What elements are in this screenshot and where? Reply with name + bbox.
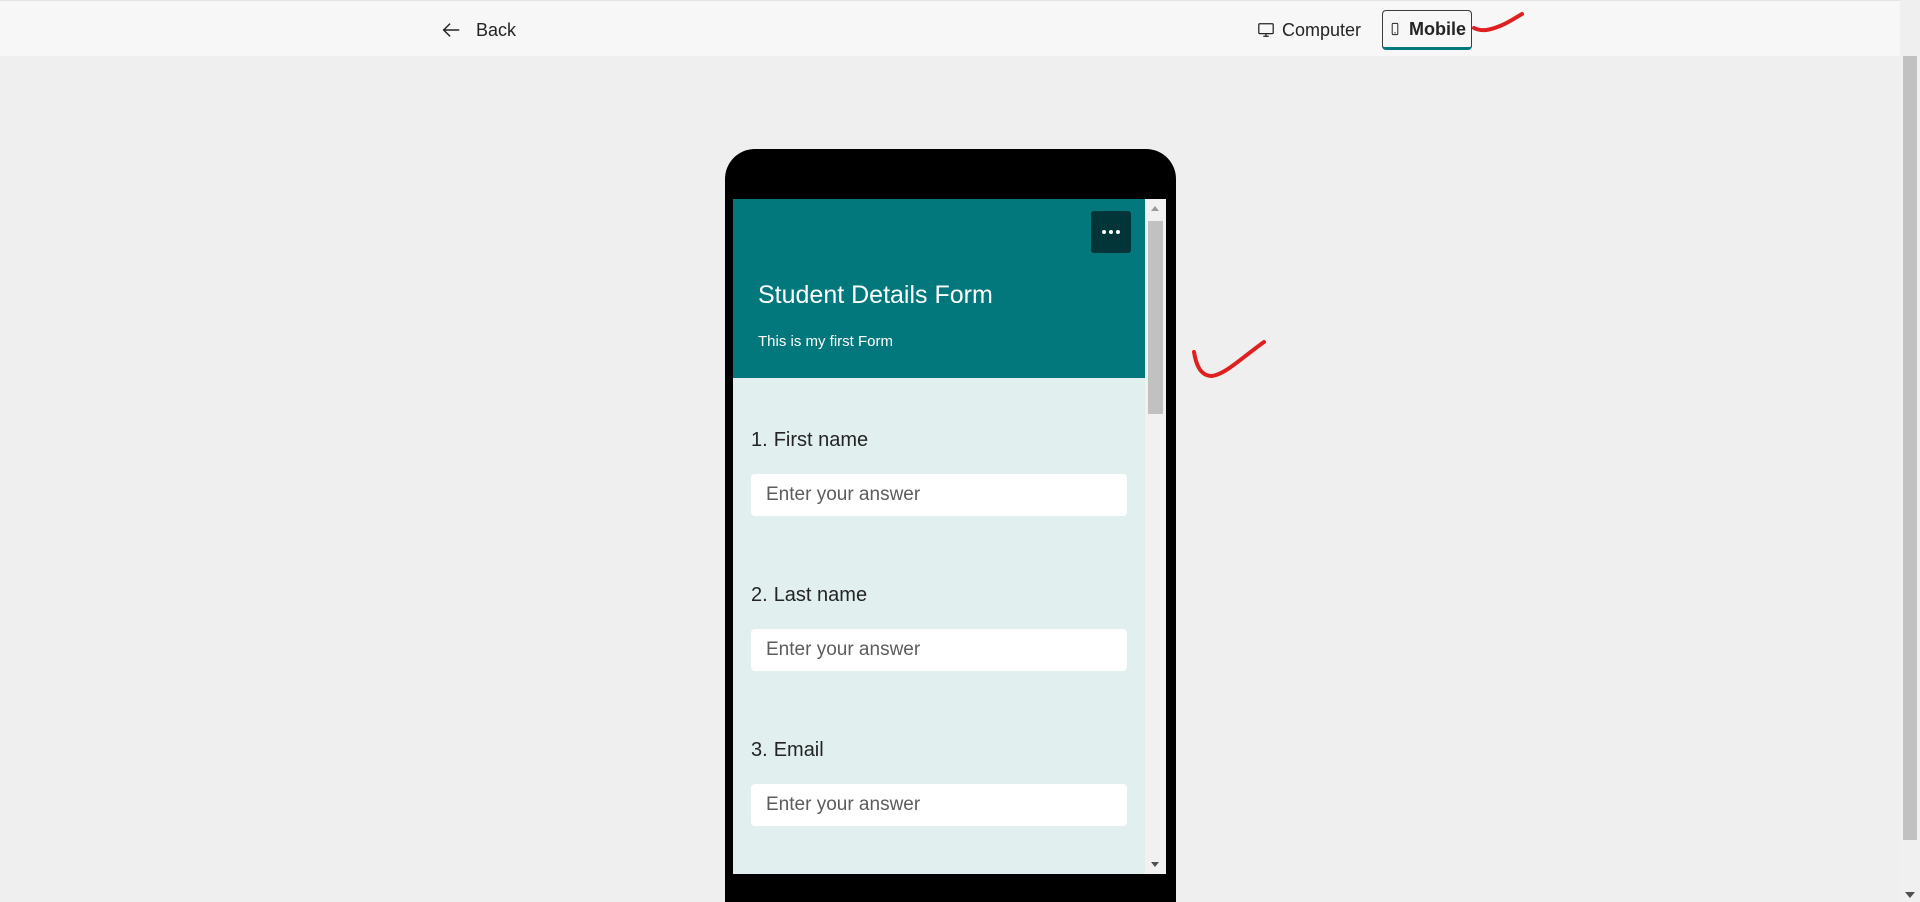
page-scrollbar-thumb[interactable]	[1903, 56, 1917, 840]
mobile-preview-frame: Student Details Form This is my first Fo…	[725, 149, 1176, 902]
first-name-input[interactable]	[751, 474, 1127, 516]
scroll-up-arrow-icon[interactable]	[1151, 206, 1159, 211]
back-button[interactable]: Back	[440, 15, 516, 45]
last-name-input[interactable]	[751, 629, 1127, 671]
arrow-left-icon	[442, 23, 460, 37]
email-input[interactable]	[751, 784, 1127, 826]
form-preview-screen: Student Details Form This is my first Fo…	[733, 199, 1145, 874]
page-scrollbar[interactable]	[1900, 56, 1920, 902]
question-last-name: 2. Last name	[751, 584, 1127, 671]
preview-scrollbar[interactable]	[1145, 199, 1166, 874]
form-description: This is my first Form	[758, 333, 893, 350]
scroll-down-arrow-icon[interactable]	[1151, 862, 1159, 867]
preview-scrollbar-thumb[interactable]	[1148, 221, 1163, 414]
question-label: First name	[773, 429, 869, 451]
more-options-icon	[1102, 230, 1106, 234]
form-header: Student Details Form This is my first Fo…	[733, 199, 1145, 378]
mobile-view-button[interactable]: Mobile	[1382, 10, 1472, 50]
computer-view-button[interactable]: Computer	[1252, 10, 1366, 50]
scroll-down-arrow-icon[interactable]	[1905, 892, 1915, 898]
phone-icon	[1391, 22, 1399, 36]
question-label: Email	[773, 739, 824, 761]
question-email: 3. Email	[751, 739, 1127, 826]
back-label: Back	[476, 19, 517, 40]
more-options-button[interactable]	[1091, 211, 1131, 253]
question-label: Last name	[773, 584, 868, 606]
monitor-icon	[1258, 23, 1274, 37]
mobile-view-label: Mobile	[1409, 18, 1466, 39]
question-number: 2.	[751, 584, 768, 606]
question-first-name: 1. First name	[751, 429, 1127, 516]
question-number: 1.	[751, 429, 768, 451]
question-number: 3.	[751, 739, 768, 761]
form-title: Student Details Form	[758, 281, 993, 309]
annotation-checkmark	[1192, 340, 1266, 379]
computer-view-label: Computer	[1282, 19, 1362, 40]
preview-toolbar: Back Computer Mobile	[0, 0, 1900, 56]
